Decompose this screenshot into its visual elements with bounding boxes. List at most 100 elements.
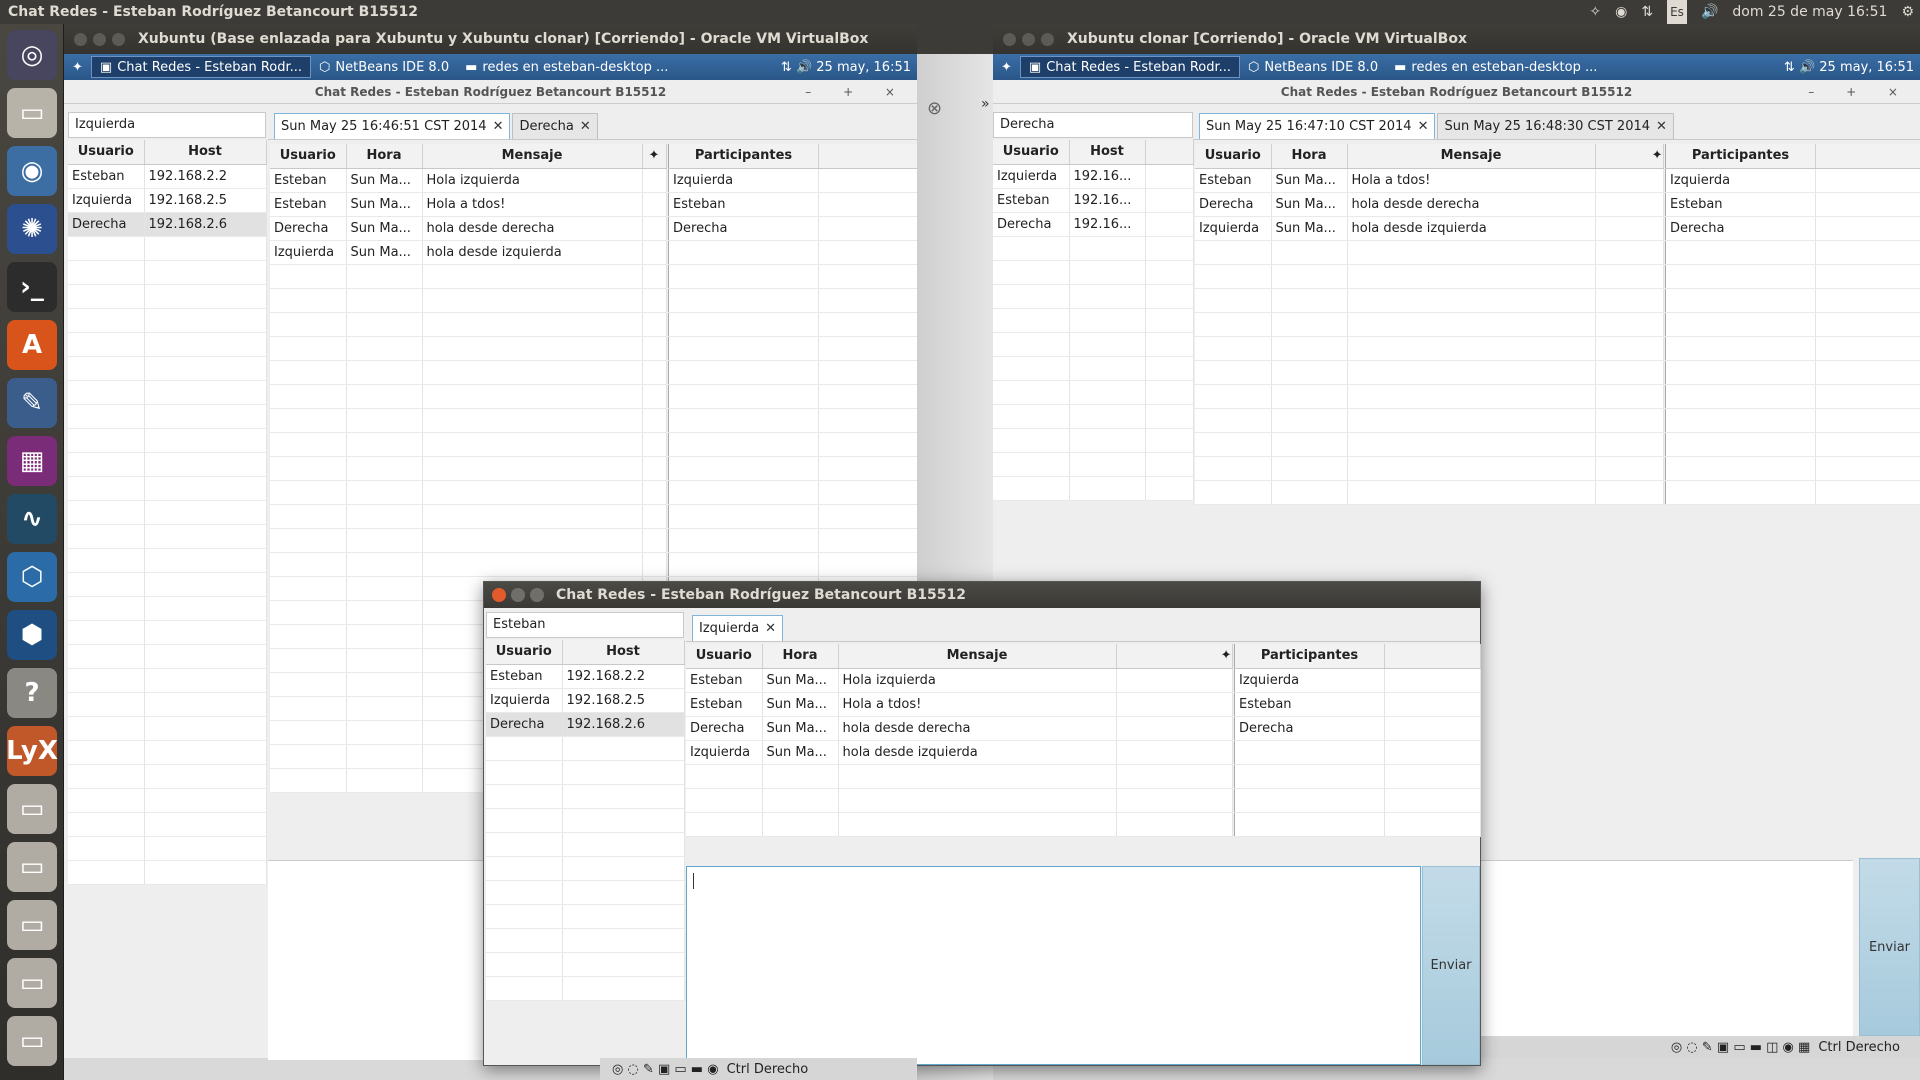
table-row[interactable]: Esteban Sun Ma... Hola a tdos! [686, 692, 1233, 717]
virtualbox-vm-icon[interactable]: ⬢ [7, 610, 57, 660]
tab-chat[interactable]: Sun May 25 16:47:10 CST 2014 ✕ [1199, 113, 1436, 139]
app-title-bar[interactable]: Chat Redes - Esteban Rodríguez Betancour… [993, 80, 1920, 104]
vm-clock[interactable]: ⇅ 🔊 25 may, 16:51 [781, 60, 911, 75]
message-input[interactable] [686, 866, 1421, 1065]
close-icon[interactable]: ✕ [1418, 114, 1429, 139]
table-row[interactable]: Izquierda [668, 168, 918, 193]
close-icon[interactable]: ✕ [1656, 114, 1667, 139]
taskbar-item[interactable]: ▣ Chat Redes - Esteban Rodr... [90, 56, 312, 78]
workspace-switcher-icon[interactable]: ▦ [7, 436, 57, 486]
close-icon[interactable] [74, 33, 87, 46]
table-row[interactable]: Esteban 192.16... [993, 188, 1194, 213]
tab-chat[interactable]: Sun May 25 16:46:51 CST 2014 ✕ [274, 113, 511, 139]
table-row[interactable]: Derecha [1234, 716, 1481, 741]
table-row[interactable]: Esteban [668, 192, 918, 217]
terminal-icon[interactable]: ›_ [7, 262, 57, 312]
drive-icon[interactable]: ▭ [7, 1016, 57, 1066]
table-row[interactable]: Esteban Sun Ma... Hola izquierda [270, 168, 667, 193]
table-row[interactable]: Esteban 192.168.2.2 [68, 164, 267, 189]
table-row[interactable]: Esteban Sun Ma... Hola izquierda [686, 668, 1233, 693]
ubuntu-dash-icon[interactable]: ◎ [7, 30, 57, 80]
column-options-icon[interactable]: ✦ [1595, 144, 1664, 169]
close-icon[interactable] [492, 588, 506, 602]
maximize-icon[interactable] [530, 588, 544, 602]
vm-status-icons[interactable]: ◎ ◌ ✎ ▣ ▭ ▬ ◫ ◉ ▦ [1671, 1040, 1810, 1055]
table-row[interactable]: Izquierda [1665, 168, 1920, 193]
help-icon[interactable]: ? [7, 668, 57, 718]
table-row[interactable]: Izquierda 192.168.2.5 [68, 188, 267, 213]
clock[interactable]: dom 25 de may 16:51 [1732, 0, 1887, 24]
tab-chat[interactable]: Derecha ✕ [512, 113, 598, 139]
dropbox-icon[interactable]: ✧ [1589, 0, 1601, 24]
close-icon[interactable]: ✕ [493, 114, 504, 139]
table-row[interactable]: Derecha Sun Ma... hola desde derecha [686, 716, 1233, 741]
minimize-icon[interactable] [511, 588, 525, 602]
taskbar-item[interactable]: ▬ redes en esteban-desktop ... [1386, 56, 1605, 78]
table-row[interactable]: Esteban Sun Ma... Hola a tdos! [270, 192, 667, 217]
table-row[interactable]: Esteban 192.168.2.2 [486, 664, 685, 689]
table-row[interactable]: Derecha [1665, 216, 1920, 241]
close-icon[interactable] [1003, 33, 1016, 46]
maximize-icon[interactable] [1041, 33, 1054, 46]
software-center-icon[interactable]: A [7, 320, 57, 370]
vm-title-bar[interactable]: Xubuntu clonar [Corriendo] - Oracle VM V… [993, 24, 1920, 54]
firefox-icon[interactable]: ✺ [7, 204, 57, 254]
tab-chat[interactable]: Sun May 25 16:48:30 CST 2014 ✕ [1437, 113, 1674, 139]
close-icon[interactable]: ✕ [580, 114, 591, 139]
table-row[interactable]: Izquierda 192.168.2.5 [486, 688, 685, 713]
window-controls[interactable]: – + × [805, 80, 909, 104]
drive-icon[interactable]: ▭ [7, 958, 57, 1008]
app-title-bar[interactable]: Chat Redes - Esteban Rodríguez Betancour… [64, 80, 917, 104]
lyx-icon[interactable]: LyX [6, 726, 58, 776]
table-row[interactable]: Derecha 192.168.2.6 [68, 212, 267, 237]
table-row[interactable]: Izquierda Sun Ma... hola desde izquierda [1195, 216, 1664, 241]
files-icon[interactable]: ▭ [7, 88, 57, 138]
maximize-icon[interactable] [112, 33, 125, 46]
table-row[interactable]: Derecha Sun Ma... hola desde derecha [1195, 192, 1664, 217]
table-row[interactable]: Izquierda 192.16... [993, 164, 1194, 189]
send-button[interactable]: Enviar [1422, 866, 1480, 1065]
table-row[interactable]: Izquierda Sun Ma... hola desde izquierda [270, 240, 667, 265]
username-field[interactable]: Derecha [993, 112, 1193, 138]
xfce-menu-icon[interactable]: ✦ [64, 56, 91, 78]
minimize-icon[interactable] [1022, 33, 1035, 46]
chrome-icon[interactable]: ◉ [1615, 0, 1627, 24]
host-title-bar[interactable]: Chat Redes - Esteban Rodríguez Betancour… [484, 582, 1480, 608]
keyboard-layout-indicator[interactable]: Es [1667, 0, 1687, 24]
column-options-icon[interactable]: ✦ [642, 144, 667, 169]
vm-clock[interactable]: ⇅ 🔊 25 may, 16:51 [1784, 60, 1914, 75]
table-row[interactable]: Izquierda [1234, 668, 1481, 693]
taskbar-item[interactable]: ⬡ NetBeans IDE 8.0 [311, 56, 457, 78]
network-icon[interactable]: ⇅ [1641, 0, 1653, 24]
table-row[interactable]: Izquierda Sun Ma... hola desde izquierda [686, 740, 1233, 765]
username-field[interactable]: Izquierda [68, 112, 266, 138]
column-options-icon[interactable]: ✦ [1116, 644, 1233, 669]
table-row[interactable]: Derecha 192.168.2.6 [486, 712, 685, 737]
system-monitor-icon[interactable]: ∿ [7, 494, 57, 544]
table-row[interactable]: Derecha Sun Ma... hola desde derecha [270, 216, 667, 241]
chrome-launcher-icon[interactable]: ◉ [7, 146, 57, 196]
drive-icon[interactable]: ▭ [7, 900, 57, 950]
vm-title-bar[interactable]: Xubuntu (Base enlazada para Xubuntu y Xu… [64, 24, 917, 54]
drive-icon[interactable]: ▭ [7, 784, 57, 834]
volume-icon[interactable]: 🔊 [1701, 0, 1718, 24]
table-row[interactable]: Esteban Sun Ma... Hola a tdos! [1195, 168, 1664, 193]
send-button[interactable]: Enviar [1859, 858, 1920, 1036]
table-row[interactable]: Esteban [1234, 692, 1481, 717]
taskbar-item[interactable]: ⬡ NetBeans IDE 8.0 [1240, 56, 1386, 78]
chevron-right-icon[interactable]: » [981, 96, 990, 112]
tab-chat[interactable]: Izquierda ✕ [692, 615, 783, 641]
taskbar-item[interactable]: ▬ redes en esteban-desktop ... [457, 56, 676, 78]
taskbar-item[interactable]: ▣ Chat Redes - Esteban Rodr... [1019, 56, 1241, 78]
xfce-menu-icon[interactable]: ✦ [993, 56, 1020, 78]
gear-icon[interactable]: ⚙ [1901, 0, 1914, 24]
system-settings-icon[interactable]: ✎ [7, 378, 57, 428]
window-controls[interactable]: – + × [1808, 80, 1912, 104]
minimize-icon[interactable] [93, 33, 106, 46]
table-row[interactable]: Derecha 192.16... [993, 212, 1194, 237]
vm-status-icons[interactable]: ◎ ◌ ✎ ▣ ▭ ▬ ◉ [612, 1062, 719, 1077]
username-field[interactable]: Esteban [486, 612, 684, 638]
virtualbox-icon[interactable]: ⬡ [7, 552, 57, 602]
close-icon[interactable]: ✕ [765, 616, 776, 641]
table-row[interactable]: Esteban [1665, 192, 1920, 217]
